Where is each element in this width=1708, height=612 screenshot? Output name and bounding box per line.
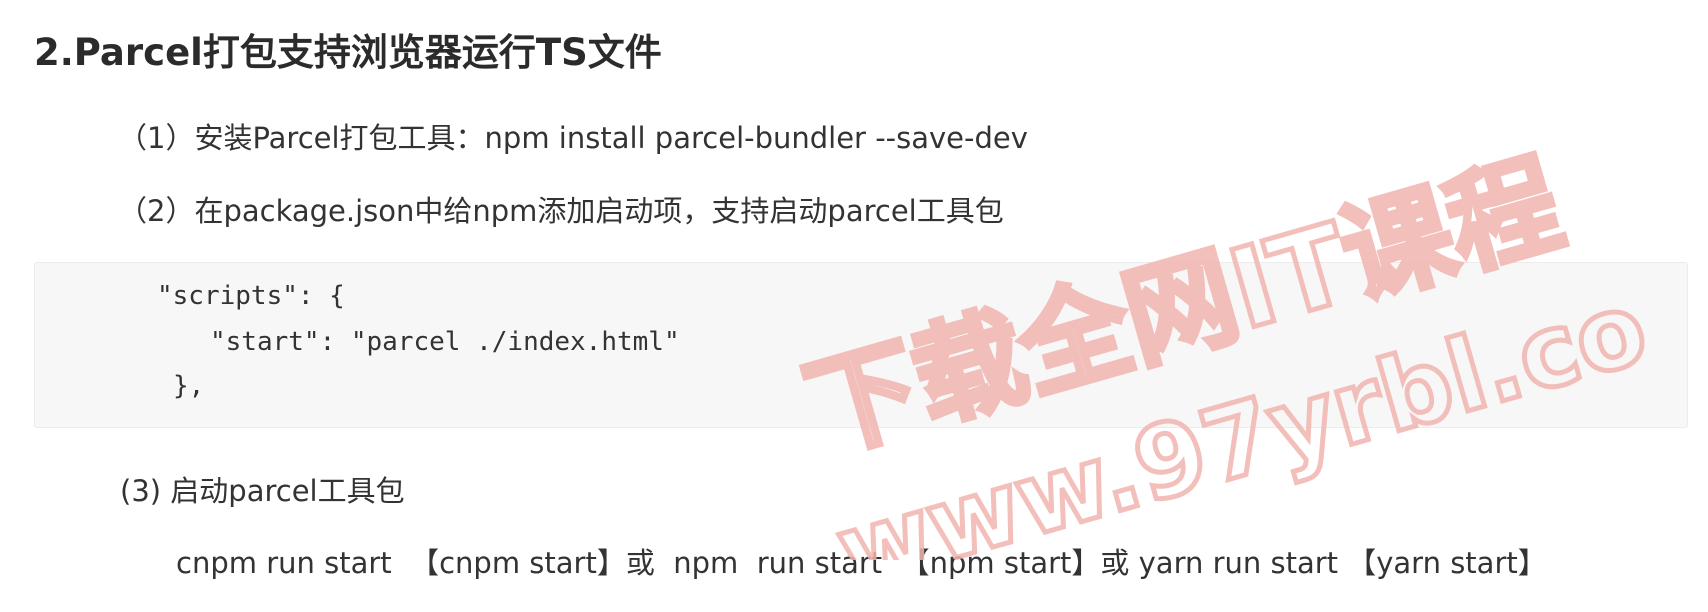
start-commands-line: cnpm run start 【cnpm start】或 npm run sta… bbox=[176, 546, 1547, 580]
step-3-start-parcel: (3) 启动parcel工具包 bbox=[120, 474, 405, 508]
section-heading: 2.Parcel打包支持浏览器运行TS文件 bbox=[34, 31, 662, 74]
step-1-install-parcel: （1）安装Parcel打包工具：npm install parcel-bundl… bbox=[118, 121, 1028, 155]
code-block-scripts: "scripts": { "start": "parcel ./index.ht… bbox=[34, 262, 1688, 428]
code-line-scripts-open: "scripts": { bbox=[157, 281, 345, 311]
code-line-start-command: "start": "parcel ./index.html" bbox=[210, 327, 680, 357]
step-2-add-start-script: （2）在package.json中给npm添加启动项，支持启动parcel工具包 bbox=[118, 194, 1004, 228]
code-line-scripts-close: }, bbox=[173, 371, 205, 401]
